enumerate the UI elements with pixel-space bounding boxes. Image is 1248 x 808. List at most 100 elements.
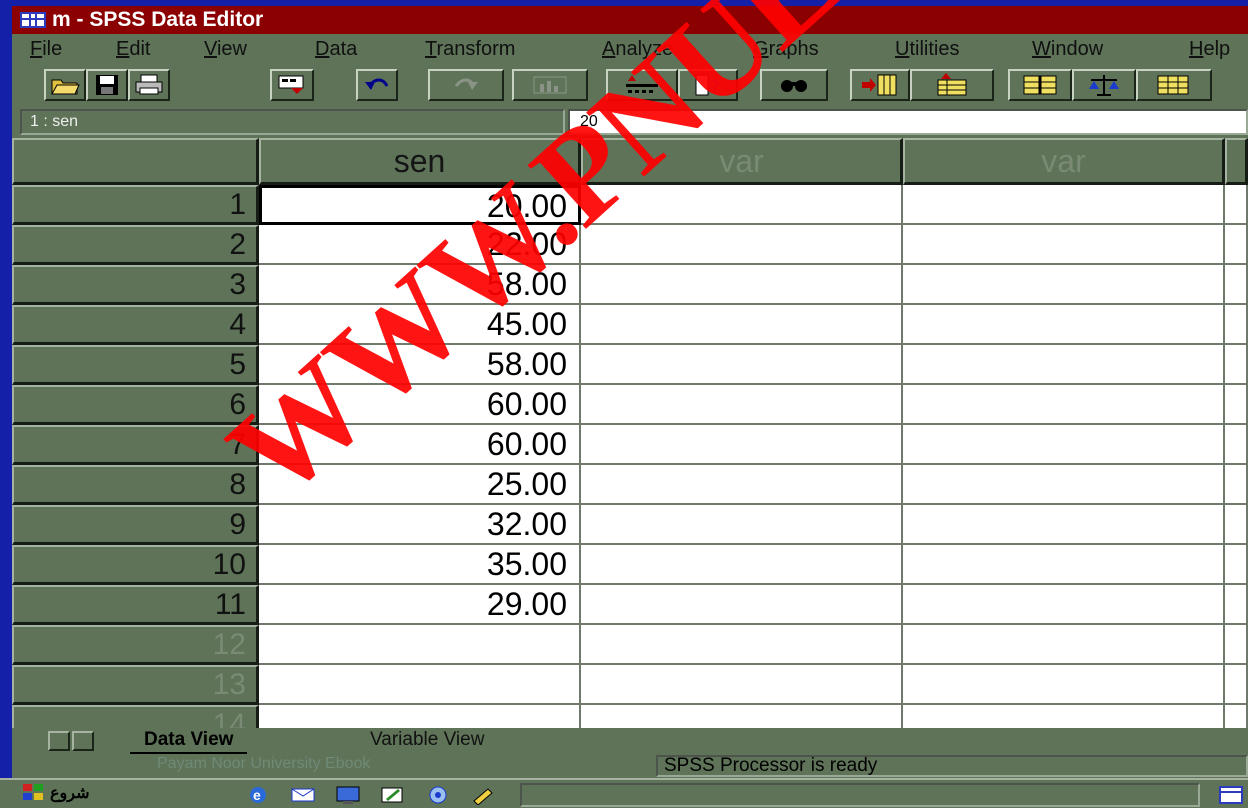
menu-view[interactable]: View (204, 34, 247, 64)
cell[interactable] (581, 305, 903, 345)
cell[interactable] (1225, 345, 1248, 385)
outlook-icon[interactable] (290, 785, 316, 805)
redo-icon[interactable] (428, 69, 504, 101)
spss-app-icon[interactable] (20, 12, 46, 28)
row-header[interactable]: 5 (12, 345, 259, 385)
tab-variable-view[interactable]: Variable View (356, 728, 498, 752)
cell[interactable] (1225, 385, 1248, 425)
cell[interactable] (581, 425, 903, 465)
row-header[interactable]: 12 (12, 625, 259, 665)
cell-sen[interactable]: 29.00 (259, 585, 581, 625)
find-icon[interactable] (760, 69, 828, 101)
cell[interactable] (1225, 585, 1248, 625)
cell[interactable] (581, 265, 903, 305)
row-header[interactable]: 10 (12, 545, 259, 585)
cell[interactable] (1225, 425, 1248, 465)
split-file-icon[interactable] (1008, 69, 1072, 101)
cell[interactable] (1225, 665, 1248, 705)
start-button[interactable]: شروع (22, 783, 90, 807)
cell[interactable] (1225, 625, 1248, 665)
save-icon[interactable] (86, 69, 128, 101)
pencil-icon[interactable] (470, 785, 496, 805)
cell-sen-active[interactable]: 20.00 (259, 185, 581, 225)
internet-explorer-icon[interactable]: e (245, 785, 271, 805)
cell[interactable] (581, 625, 903, 665)
cell[interactable] (581, 585, 903, 625)
cell[interactable] (1225, 465, 1248, 505)
menu-data[interactable]: Data (315, 34, 357, 64)
column-header-var-1[interactable]: var (581, 138, 903, 185)
row-header[interactable]: 8 (12, 465, 259, 505)
cell[interactable] (1225, 185, 1248, 225)
weight-cases-icon[interactable] (1072, 69, 1136, 101)
cell[interactable] (581, 665, 903, 705)
cell-sen[interactable] (259, 625, 581, 665)
taskbar-window-slot[interactable] (520, 783, 1200, 807)
cell[interactable] (903, 665, 1225, 705)
cell[interactable] (581, 225, 903, 265)
row-header[interactable]: 9 (12, 505, 259, 545)
insert-case-icon[interactable] (850, 69, 910, 101)
row-header[interactable]: 11 (12, 585, 259, 625)
cell-sen[interactable]: 58.00 (259, 265, 581, 305)
chart-icon[interactable] (512, 69, 588, 101)
cell[interactable] (903, 265, 1225, 305)
cell[interactable] (903, 305, 1225, 345)
row-header[interactable]: 13 (12, 665, 259, 705)
cell[interactable] (1225, 265, 1248, 305)
cell[interactable] (903, 625, 1225, 665)
row-header[interactable]: 3 (12, 265, 259, 305)
menu-window[interactable]: Window (1032, 34, 1103, 64)
cell-sen[interactable]: 60.00 (259, 385, 581, 425)
cell[interactable] (581, 545, 903, 585)
tab-scroll-right-icon[interactable] (72, 731, 94, 751)
cell[interactable] (581, 505, 903, 545)
cell-sen[interactable]: 32.00 (259, 505, 581, 545)
menu-graphs[interactable]: Graphs (753, 34, 819, 64)
variables-icon[interactable]: ? (678, 69, 738, 101)
menu-utilities[interactable]: Utilities (895, 34, 959, 64)
row-header[interactable]: 7 (12, 425, 259, 465)
cell-sen[interactable] (259, 665, 581, 705)
cell[interactable] (581, 385, 903, 425)
cell-sen[interactable]: 22.00 (259, 225, 581, 265)
cell[interactable] (1225, 505, 1248, 545)
select-cases-icon[interactable] (1136, 69, 1212, 101)
cell-sen[interactable]: 60.00 (259, 425, 581, 465)
spss-taskbar-icon[interactable] (1218, 785, 1244, 805)
media-icon[interactable] (425, 785, 451, 805)
goto-case-icon[interactable] (606, 69, 678, 101)
column-header-partial[interactable] (1225, 138, 1248, 185)
cell[interactable] (903, 225, 1225, 265)
cell-sen[interactable]: 45.00 (259, 305, 581, 345)
cell-sen[interactable]: 58.00 (259, 345, 581, 385)
menu-file[interactable]: File (30, 34, 62, 64)
menu-help[interactable]: Help (1189, 34, 1230, 64)
show-desktop-icon[interactable] (335, 785, 361, 805)
cell[interactable] (1225, 225, 1248, 265)
row-header[interactable]: 1 (12, 185, 259, 225)
row-header[interactable]: 6 (12, 385, 259, 425)
cell[interactable] (903, 425, 1225, 465)
cell[interactable] (1225, 305, 1248, 345)
cell[interactable] (903, 585, 1225, 625)
row-header[interactable]: 4 (12, 305, 259, 345)
tab-scroll-left-icon[interactable] (48, 731, 70, 751)
insert-variable-icon[interactable] (910, 69, 994, 101)
print-icon[interactable] (128, 69, 170, 101)
cell[interactable] (903, 545, 1225, 585)
cell[interactable] (581, 465, 903, 505)
cell[interactable] (903, 345, 1225, 385)
cell-value-editor[interactable]: 20 (568, 109, 1248, 135)
edit-icon[interactable] (380, 785, 406, 805)
tab-data-view[interactable]: Data View (130, 728, 248, 754)
cell-sen[interactable]: 35.00 (259, 545, 581, 585)
cell[interactable] (581, 185, 903, 225)
row-header[interactable]: 2 (12, 225, 259, 265)
cell-sen[interactable]: 25.00 (259, 465, 581, 505)
dialog-recall-icon[interactable] (270, 69, 314, 101)
cell[interactable] (903, 185, 1225, 225)
menu-analyze[interactable]: Analyze (602, 34, 673, 64)
column-header-sen[interactable]: sen (259, 138, 581, 185)
cell[interactable] (581, 345, 903, 385)
